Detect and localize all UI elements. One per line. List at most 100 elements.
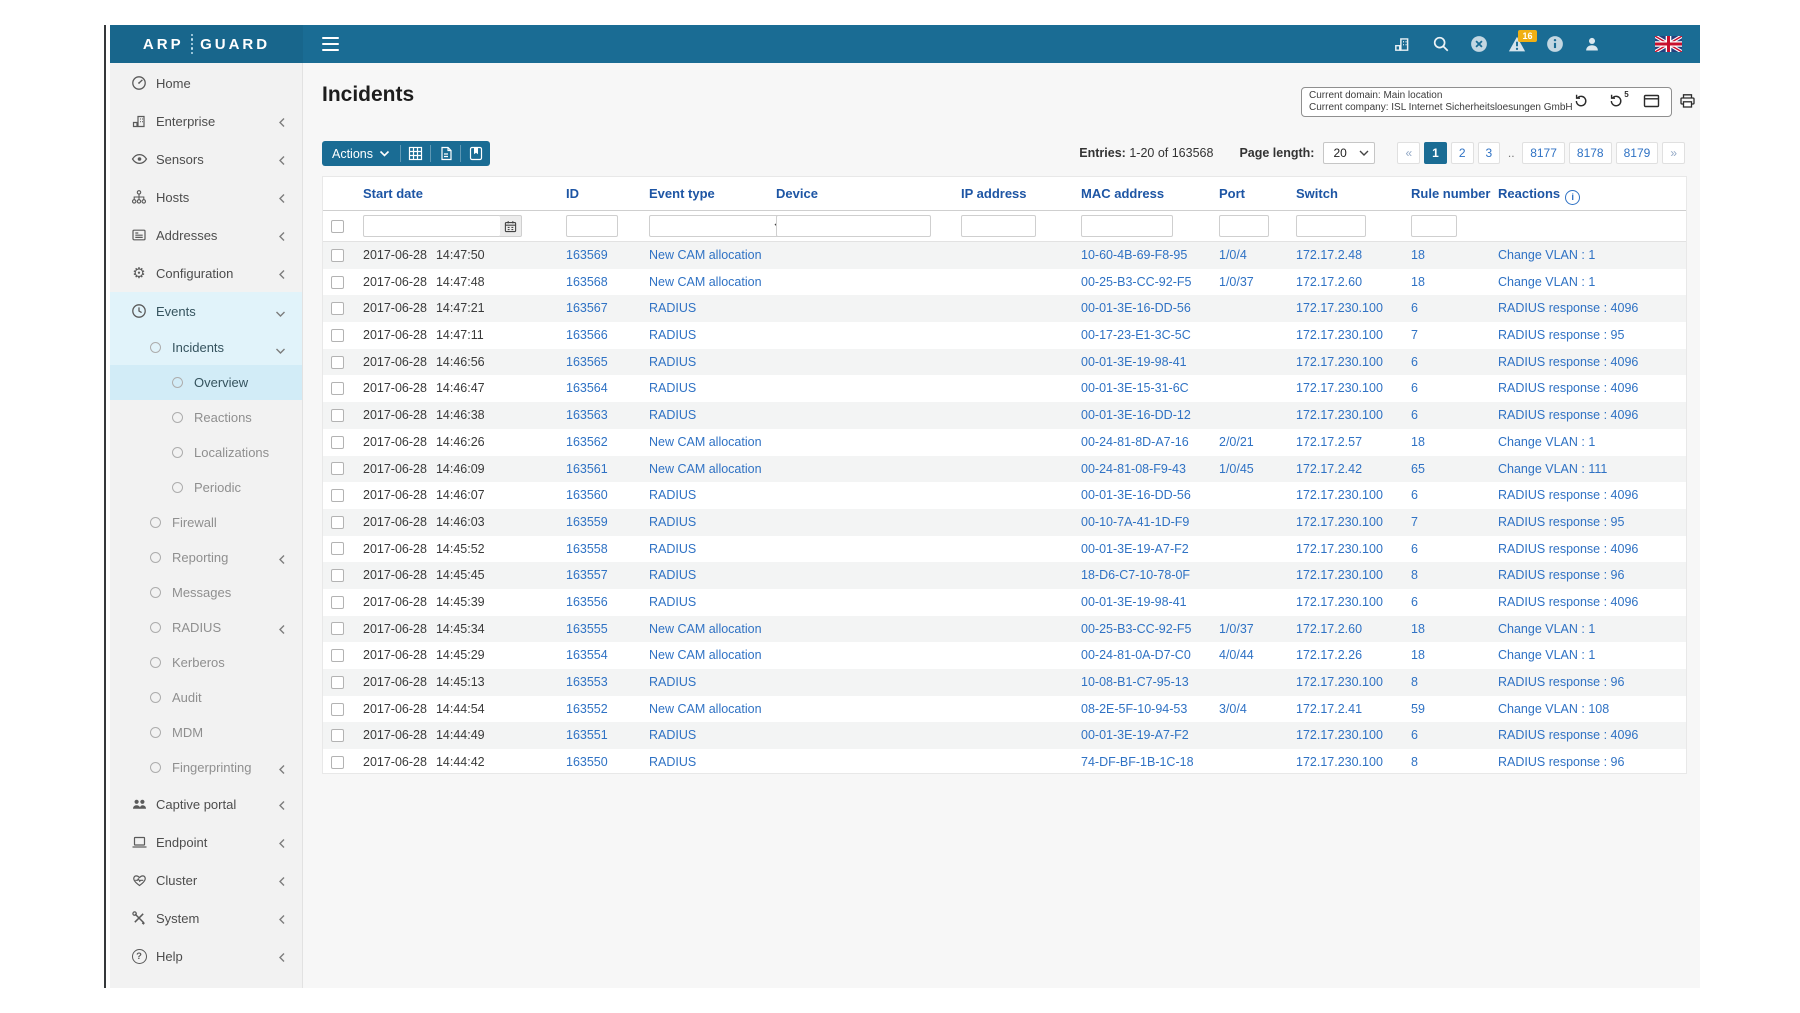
sidebar-item-incidents[interactable]: Incidents <box>110 330 302 365</box>
cell-id-link[interactable]: 163565 <box>566 349 608 376</box>
enterprise-chart-icon[interactable] <box>1393 35 1411 53</box>
cell-id-link[interactable]: 163555 <box>566 616 608 643</box>
row-checkbox[interactable] <box>331 355 344 369</box>
cell-reaction-link[interactable]: RADIUS response : 4096 <box>1498 349 1638 376</box>
cell-rule-number-link[interactable]: 6 <box>1411 536 1418 563</box>
cell-reaction-link[interactable]: Change VLAN : 111 <box>1498 456 1607 483</box>
cell-switch-link[interactable]: 172.17.230.100 <box>1296 402 1383 429</box>
row-checkbox[interactable] <box>331 328 344 342</box>
cell-reaction-link[interactable]: RADIUS response : 4096 <box>1498 722 1638 749</box>
cell-id-link[interactable]: 163551 <box>566 722 608 749</box>
cell-rule-number-link[interactable]: 7 <box>1411 322 1418 349</box>
row-checkbox[interactable] <box>331 248 344 262</box>
row-checkbox[interactable] <box>331 675 344 689</box>
uk-flag-icon[interactable] <box>1654 34 1683 54</box>
column-header-rule[interactable]: Rule number <box>1411 177 1490 210</box>
cell-rule-number-link[interactable]: 8 <box>1411 669 1418 696</box>
cell-switch-link[interactable]: 172.17.230.100 <box>1296 322 1383 349</box>
cell-switch-link[interactable]: 172.17.230.100 <box>1296 295 1383 322</box>
sidebar-item-cluster[interactable]: Cluster <box>110 861 302 899</box>
cell-event-type-link[interactable]: RADIUS <box>649 375 696 402</box>
cell-switch-link[interactable]: 172.17.230.100 <box>1296 749 1383 776</box>
cell-mac-address-link[interactable]: 00-01-3E-16-DD-56 <box>1081 295 1191 322</box>
cell-rule-number-link[interactable]: 65 <box>1411 456 1425 483</box>
cell-id-link[interactable]: 163561 <box>566 456 608 483</box>
row-checkbox[interactable] <box>331 408 344 422</box>
cell-port-link[interactable]: 2/0/21 <box>1219 429 1254 456</box>
cell-event-type-link[interactable]: RADIUS <box>649 349 696 376</box>
cell-switch-link[interactable]: 172.17.230.100 <box>1296 482 1383 509</box>
cell-switch-link[interactable]: 172.17.230.100 <box>1296 669 1383 696</box>
cell-event-type-link[interactable]: New CAM allocation <box>649 642 762 669</box>
export-file-icon[interactable] <box>431 141 460 166</box>
cell-switch-link[interactable]: 172.17.2.42 <box>1296 456 1362 483</box>
sidebar-item-radius[interactable]: RADIUS <box>110 610 302 645</box>
pagination-page-8179[interactable]: 8179 <box>1615 142 1659 164</box>
cell-mac-address-link[interactable]: 00-24-81-0A-D7-C0 <box>1081 642 1191 669</box>
cell-id-link[interactable]: 163566 <box>566 322 608 349</box>
cell-id-link[interactable]: 163569 <box>566 242 608 269</box>
cell-switch-link[interactable]: 172.17.230.100 <box>1296 536 1383 563</box>
cell-id-link[interactable]: 163552 <box>566 696 608 723</box>
cell-reaction-link[interactable]: Change VLAN : 1 <box>1498 242 1595 269</box>
warning-icon[interactable]: 16 <box>1508 30 1537 53</box>
select-all-checkbox[interactable] <box>331 219 344 233</box>
cell-id-link[interactable]: 163560 <box>566 482 608 509</box>
menu-toggle-icon[interactable] <box>322 37 339 51</box>
cell-id-link[interactable]: 163568 <box>566 269 608 296</box>
row-checkbox[interactable] <box>331 302 344 316</box>
row-checkbox[interactable] <box>331 515 344 529</box>
cell-rule-number-link[interactable]: 6 <box>1411 722 1418 749</box>
filter-select-event_type[interactable] <box>649 215 791 237</box>
cell-reaction-link[interactable]: RADIUS response : 95 <box>1498 509 1624 536</box>
sidebar-item-firewall[interactable]: Firewall <box>110 505 302 540</box>
column-header-id[interactable]: ID <box>566 177 579 210</box>
row-checkbox[interactable] <box>331 569 344 583</box>
sidebar-item-kerberos[interactable]: Kerberos <box>110 645 302 680</box>
cell-event-type-link[interactable]: New CAM allocation <box>649 616 762 643</box>
cell-reaction-link[interactable]: Change VLAN : 108 <box>1498 696 1609 723</box>
cell-port-link[interactable]: 1/0/4 <box>1219 242 1247 269</box>
page-length-select[interactable]: 20 <box>1323 142 1376 164</box>
cell-mac-address-link[interactable]: 00-10-7A-41-1D-F9 <box>1081 509 1189 536</box>
cell-event-type-link[interactable]: RADIUS <box>649 402 696 429</box>
cell-rule-number-link[interactable]: 6 <box>1411 295 1418 322</box>
cell-mac-address-link[interactable]: 00-01-3E-19-A7-F2 <box>1081 536 1189 563</box>
cell-event-type-link[interactable]: New CAM allocation <box>649 269 762 296</box>
cell-mac-address-link[interactable]: 00-17-23-E1-3C-5C <box>1081 322 1191 349</box>
column-header-ip[interactable]: IP address <box>961 177 1027 210</box>
cell-port-link[interactable]: 3/0/4 <box>1219 696 1247 723</box>
column-header-device[interactable]: Device <box>776 177 818 210</box>
user-icon[interactable] <box>1583 35 1601 53</box>
cell-mac-address-link[interactable]: 00-01-3E-19-98-41 <box>1081 589 1187 616</box>
row-checkbox[interactable] <box>331 702 344 716</box>
cell-rule-number-link[interactable]: 8 <box>1411 562 1418 589</box>
cell-event-type-link[interactable]: RADIUS <box>649 509 696 536</box>
cell-switch-link[interactable]: 172.17.230.100 <box>1296 589 1383 616</box>
cell-reaction-link[interactable]: RADIUS response : 4096 <box>1498 402 1638 429</box>
cell-rule-number-link[interactable]: 59 <box>1411 696 1425 723</box>
pagination-page-3[interactable]: 3 <box>1477 142 1501 164</box>
row-checkbox[interactable] <box>331 435 344 449</box>
cell-event-type-link[interactable]: New CAM allocation <box>649 242 762 269</box>
filter-input-id[interactable] <box>566 215 618 237</box>
filter-input-rule[interactable] <box>1411 215 1457 237</box>
cell-mac-address-link[interactable]: 00-24-81-8D-A7-16 <box>1081 429 1189 456</box>
cell-rule-number-link[interactable]: 18 <box>1411 616 1425 643</box>
cell-switch-link[interactable]: 172.17.2.26 <box>1296 642 1362 669</box>
pagination-page-2[interactable]: 2 <box>1450 142 1474 164</box>
sidebar-item-hosts[interactable]: Hosts <box>110 178 302 216</box>
cell-id-link[interactable]: 163559 <box>566 509 608 536</box>
cell-rule-number-link[interactable]: 18 <box>1411 429 1425 456</box>
cell-id-link[interactable]: 163550 <box>566 749 608 776</box>
cell-reaction-link[interactable]: Change VLAN : 1 <box>1498 269 1595 296</box>
cell-switch-link[interactable]: 172.17.2.60 <box>1296 616 1362 643</box>
filter-input-port[interactable] <box>1219 215 1269 237</box>
filter-input-mac[interactable] <box>1081 215 1173 237</box>
cell-reaction-link[interactable]: RADIUS response : 4096 <box>1498 295 1638 322</box>
sidebar-item-events[interactable]: Events <box>110 292 302 330</box>
sidebar-item-sensors[interactable]: Sensors <box>110 140 302 178</box>
filter-input-ip[interactable] <box>961 215 1036 237</box>
cell-switch-link[interactable]: 172.17.2.41 <box>1296 696 1362 723</box>
sidebar-item-overview[interactable]: Overview <box>110 365 302 400</box>
